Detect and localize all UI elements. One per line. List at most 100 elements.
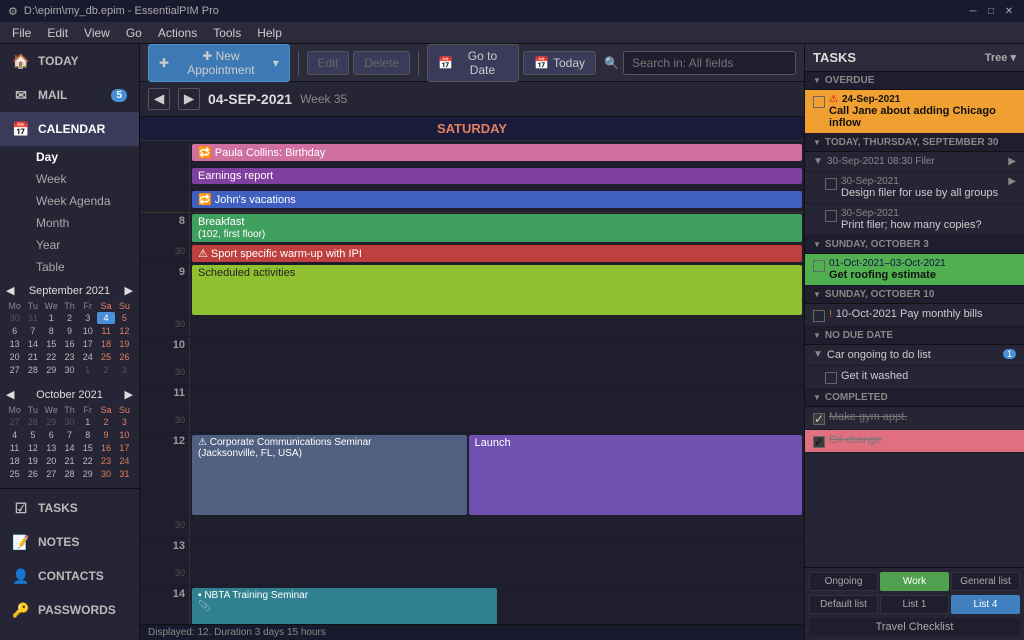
maximize-button[interactable]: □ [984,4,998,18]
time-row-9: 9 Scheduled activities [140,264,804,317]
task-item-print-filer[interactable]: 30-Sep-2021 Print filer; how many copies… [805,204,1024,236]
travel-checklist-link[interactable]: Travel Checklist [809,618,1020,636]
task-tab-general[interactable]: General list [951,572,1020,591]
event-vacations[interactable]: 🔁 John's vacations [192,191,802,208]
tasks-tree-label[interactable]: Tree ▾ [985,51,1016,64]
toolbar: ✚ ✚ New Appointment ▾ Edit Delete 📅 Go t… [140,44,804,82]
menu-edit[interactable]: Edit [39,24,76,42]
toolbar-separator-1 [298,51,299,75]
task-checkbox-roofing[interactable] [813,260,825,272]
car-expand-icon: ▼ [813,349,823,360]
sidebar-item-today[interactable]: 🏠 TODAY [0,44,139,78]
mini-calendar-oct: ◀ October 2021 ▶ Mo Tu We Th Fr Sa Su 27… [0,382,139,486]
task-checkbox[interactable] [813,96,825,108]
event-corporate[interactable]: ⚠ Corporate Communications Seminar(Jacks… [192,435,467,515]
sidebar-item-mail[interactable]: ✉ MAIL 5 [0,78,139,112]
sidebar-separator [0,488,139,489]
menu-file[interactable]: File [4,24,39,42]
sidebar-item-notes[interactable]: 📝 NOTES [0,525,139,559]
menu-view[interactable]: View [76,24,118,42]
task-tab-list1[interactable]: List 1 [880,595,949,614]
task-item-car-list[interactable]: ▼ Car ongoing to do list 1 [805,345,1024,366]
menu-tools[interactable]: Tools [205,24,249,42]
mini-cal-oct-prev[interactable]: ◀ [6,388,14,401]
task-checkbox-gym[interactable]: ✓ [813,413,825,425]
delete-button[interactable]: Delete [353,51,410,75]
search-input[interactable] [623,51,796,75]
task-tab-default[interactable]: Default list [809,595,878,614]
sidebar-sub-month[interactable]: Month [0,212,139,234]
cal-week-label: Week 35 [300,92,347,106]
task-tab-list4[interactable]: List 4 [951,595,1020,614]
event-launch[interactable]: Launch [469,435,803,515]
tasks-panel: TASKS Tree ▾ ▼ OVERDUE ⚠ 24-Sep-2021 [804,44,1024,640]
mini-cal-oct-title: October 2021 [36,389,103,401]
task-section-oct10[interactable]: ▼ SUNDAY, OCTOBER 10 [805,286,1024,304]
task-section-overdue[interactable]: ▼ OVERDUE [805,72,1024,90]
sidebar-sub-year[interactable]: Year [0,234,139,256]
task-section-oct3[interactable]: ▼ SUNDAY, OCTOBER 3 [805,236,1024,254]
time-row-14: 14 ▪ NBTA Training Seminar📎 [140,586,804,624]
sidebar-sub-week[interactable]: Week [0,168,139,190]
event-nbta[interactable]: ▪ NBTA Training Seminar📎 [192,588,497,624]
menu-actions[interactable]: Actions [150,24,205,42]
menu-help[interactable]: Help [249,24,290,42]
mail-badge: 5 [111,89,127,102]
task-checkbox-oil[interactable]: ✓ [813,436,825,448]
edit-button[interactable]: Edit [307,51,350,75]
task-checkbox-print[interactable] [825,210,837,222]
task-item-oil[interactable]: ✓ Oil change [805,430,1024,453]
calendar-goto-icon: 📅 [438,56,453,70]
mini-cal-oct-next[interactable]: ▶ [125,388,133,401]
task-section-nodue[interactable]: ▼ NO DUE DATE [805,327,1024,345]
minimize-button[interactable]: ─ [966,4,980,18]
time-row-12: 12 ⚠ Corporate Communications Seminar(Ja… [140,433,804,518]
task-print-date: 30-Sep-2021 [841,208,1016,219]
sidebar-item-contacts[interactable]: 👤 CONTACTS [0,559,139,593]
event-birthday[interactable]: 🔁 Paula Collins: Birthday [192,144,802,161]
task-item-design-filer[interactable]: 30-Sep-2021 Design filer for use by all … [805,172,1024,204]
go-to-date-button[interactable]: 📅 Go to Date [427,44,519,82]
mini-cal-next[interactable]: ▶ [125,284,133,297]
new-appointment-button[interactable]: ✚ ✚ New Appointment ▾ [148,44,290,82]
event-scheduled[interactable]: Scheduled activities [192,265,802,315]
sidebar-sub-weekagenda[interactable]: Week Agenda [0,190,139,212]
task-item-overdue-1[interactable]: ⚠ 24-Sep-2021 Call Jane about adding Chi… [805,90,1024,134]
task-tabs-row1: Ongoing Work General list [809,572,1020,591]
sidebar-item-passwords[interactable]: 🔑 PASSWORDS [0,593,139,627]
mail-icon: ✉ [12,86,30,104]
passwords-icon: 🔑 [12,601,30,619]
menu-go[interactable]: Go [118,24,150,42]
task-item-bills[interactable]: ! 10-Oct-2021 Pay monthly bills [805,304,1024,327]
task-checkbox-design[interactable] [825,178,837,190]
close-button[interactable]: ✕ [1002,4,1016,18]
task-item-filer[interactable]: ▼ 30-Sep-2021 08:30 Filer ▶ [805,152,1024,172]
event-breakfast[interactable]: Breakfast(102, first floor) [192,214,802,242]
sidebar-sub-table[interactable]: Table [0,256,139,278]
task-checkbox-wash[interactable] [825,372,837,384]
sidebar-item-calendar[interactable]: 📅 CALENDAR [0,112,139,146]
bills-warning-icon: ! [829,309,832,320]
task-tab-work[interactable]: Work [880,572,949,591]
time-row-11: 11 [140,385,804,413]
time-row-13-30: 30 [140,566,804,586]
task-section-today[interactable]: ▼ TODAY, THURSDAY, SEPTEMBER 30 [805,134,1024,152]
event-earnings[interactable]: Earnings report [192,168,802,184]
search-icon: 🔍 [604,56,619,70]
task-tabs-row2: Default list List 1 List 4 [809,595,1020,614]
task-tab-ongoing[interactable]: Ongoing [809,572,878,591]
task-filer-date: 30-Sep-2021 08:30 Filer [827,156,1004,167]
task-checkbox-bills[interactable] [813,310,825,322]
task-item-gym[interactable]: ✓ Make gym appt. [805,407,1024,430]
mini-cal-prev[interactable]: ◀ [6,284,14,297]
sidebar-sub-day[interactable]: Day [0,146,139,168]
event-sport[interactable]: ⚠ Sport specific warm-up with IPI [192,245,802,262]
sidebar-item-tasks[interactable]: ☑ TASKS [0,491,139,525]
cal-prev-button[interactable]: ◀ [148,88,170,110]
task-item-roofing[interactable]: 01-Oct-2021–03-Oct-2021 Get roofing esti… [805,254,1024,286]
today-button[interactable]: 📅 Today [523,51,596,75]
task-item-get-washed[interactable]: Get it washed [805,366,1024,389]
task-section-completed[interactable]: ▼ COMPLETED [805,389,1024,407]
calendar-main: ✚ ✚ New Appointment ▾ Edit Delete 📅 Go t… [140,44,804,640]
cal-next-button[interactable]: ▶ [178,88,200,110]
